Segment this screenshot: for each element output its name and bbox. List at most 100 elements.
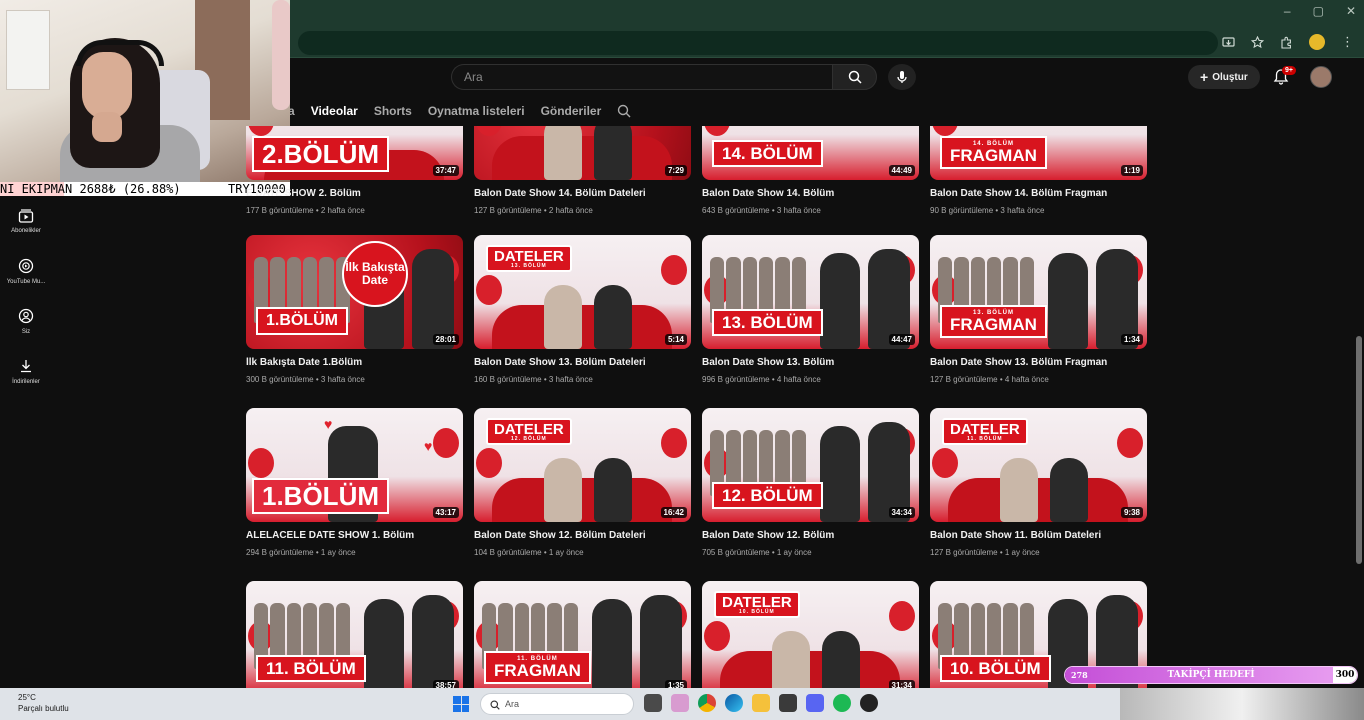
tab-playlists[interactable]: Oynatma listeleri	[428, 104, 525, 118]
video-card[interactable]: 11. BÖLÜM 38:57	[246, 581, 463, 688]
video-title[interactable]: Balon Date Show 13. Bölüm	[702, 357, 919, 368]
bookmark-star-icon[interactable]	[1251, 35, 1264, 49]
thumbnail-title-label: 10. BÖLÜM	[940, 655, 1051, 682]
taskbar-apps	[644, 694, 878, 712]
video-title[interactable]: Balon Date Show 14. Bölüm Dateleri	[474, 188, 691, 199]
chrome-icon[interactable]	[698, 694, 716, 712]
create-label: Oluştur	[1212, 71, 1248, 83]
page-scrollbar[interactable]	[1354, 58, 1364, 688]
video-thumbnail[interactable]: 14. BÖLÜM 44:49	[702, 126, 919, 180]
widgets-icon[interactable]	[671, 694, 689, 712]
weather-widget[interactable]: 25°C Parçalı bulutlu	[18, 692, 69, 714]
address-bar[interactable]	[298, 31, 1218, 55]
plus-icon: +	[1200, 69, 1209, 85]
thumbnail-title-text: 2.BÖLÜM	[262, 139, 379, 169]
video-card[interactable]: 11. BÖLÜM FRAGMAN 1:35	[474, 581, 691, 688]
scrollbar-thumb[interactable]	[1356, 336, 1362, 564]
tab-posts[interactable]: Gönderiler	[541, 104, 602, 118]
video-thumbnail[interactable]: 2.BÖLÜM 37:47	[246, 126, 463, 180]
video-card[interactable]: 7:29 Balon Date Show 14. Bölüm Dateleri 12…	[474, 126, 691, 215]
video-thumbnail[interactable]: 14. BÖLÜM FRAGMAN 1:19	[930, 126, 1147, 180]
video-thumbnail[interactable]: ♥ ♥ 1.BÖLÜM 43:17	[246, 408, 463, 522]
create-button[interactable]: + Oluştur	[1188, 65, 1260, 89]
video-card[interactable]: DATELER 12. BÖLÜM 16:42 Balon Date Show 12.…	[474, 408, 691, 557]
channel-tabs: a Videolar Shorts Oynatma listeleri Gönd…	[288, 96, 631, 126]
thumbnail-title-text: 12. BÖLÜM	[722, 486, 813, 505]
streaming-app-icon[interactable]	[860, 694, 878, 712]
video-title[interactable]: Balon Date Show 14. Bölüm	[702, 188, 919, 199]
video-meta: 294 B görüntüleme • 1 ay önce	[246, 548, 356, 557]
person-figure	[1050, 458, 1088, 522]
video-card[interactable]: DATELER 11. BÖLÜM 9:38 Balon Date Show 11. …	[930, 408, 1147, 557]
video-card[interactable]: ♥ ♥ 1.BÖLÜM 43:17 ALELACELE DATE SHOW 1. Böl…	[246, 408, 463, 557]
thumbnail-title-text: 1.BÖLÜM	[262, 481, 379, 511]
video-meta: 127 B görüntüleme • 4 hafta önce	[930, 375, 1049, 384]
video-thumbnail[interactable]: DATELER 13. BÖLÜM 5:14	[474, 235, 691, 349]
video-thumbnail[interactable]: 7:29	[474, 126, 691, 180]
install-app-icon[interactable]	[1222, 36, 1235, 49]
thumbnail-episode-label: 13. BÖLÜM	[511, 263, 547, 269]
video-card[interactable]: 14. BÖLÜM 44:49 Balon Date Show 14. Bölüm 6…	[702, 126, 919, 215]
video-title[interactable]: Balon Date Show 14. Bölüm Fragman	[930, 188, 1147, 199]
guide-item-you[interactable]: Siz	[0, 296, 52, 346]
video-duration: 1:34	[1120, 334, 1143, 345]
edge-icon[interactable]	[725, 694, 743, 712]
spotify-icon[interactable]	[833, 694, 851, 712]
video-card[interactable]: 12. BÖLÜM 34:34 Balon Date Show 12. Bölüm 7…	[702, 408, 919, 557]
video-title[interactable]: İlk Bakışta Date 1.Bölüm	[246, 357, 463, 368]
video-card[interactable]: 2.BÖLÜM 37:47 E DATE SHOW 2. Bölüm 177 B gö…	[246, 126, 463, 215]
account-avatar[interactable]	[1310, 66, 1332, 88]
video-thumbnail[interactable]: 13. BÖLÜM 44:47	[702, 235, 919, 349]
voice-search-button[interactable]	[888, 64, 916, 90]
video-card[interactable]: DATELER 13. BÖLÜM 5:14 Balon Date Show 13. …	[474, 235, 691, 384]
discord-icon[interactable]	[806, 694, 824, 712]
close-button[interactable]: ✕	[1346, 4, 1356, 18]
video-title[interactable]: Balon Date Show 12. Bölüm	[702, 530, 919, 541]
windows-start-icon[interactable]	[453, 696, 469, 712]
video-thumbnail[interactable]: 12. BÖLÜM 34:34	[702, 408, 919, 522]
guide-item-youtube-music[interactable]: YouTube Mu...	[0, 246, 52, 296]
video-thumbnail[interactable]: DATELER 12. BÖLÜM 16:42	[474, 408, 691, 522]
person-figure	[544, 458, 582, 522]
video-title[interactable]: ALELACELE DATE SHOW 1. Bölüm	[246, 530, 463, 541]
video-title[interactable]: Balon Date Show 13. Bölüm Dateleri	[474, 357, 691, 368]
profile-avatar-icon[interactable]	[1309, 34, 1325, 50]
taskbar-search-input[interactable]: Ara	[480, 693, 634, 715]
browser-actions: ⋮	[1222, 34, 1354, 50]
video-title[interactable]: Balon Date Show 13. Bölüm Fragman	[930, 357, 1147, 368]
search-input[interactable]: Ara	[451, 64, 832, 90]
video-thumbnail[interactable]: 11. BÖLÜM FRAGMAN 1:35	[474, 581, 691, 688]
more-menu-icon[interactable]: ⋮	[1341, 34, 1354, 50]
search-button[interactable]	[832, 64, 877, 90]
video-thumbnail[interactable]: İlk Bakışta Date 1.BÖLÜM 28:01	[246, 235, 463, 349]
video-title[interactable]: E DATE SHOW 2. Bölüm	[246, 188, 463, 199]
video-duration: 34:34	[888, 507, 915, 518]
file-explorer-icon[interactable]	[752, 694, 770, 712]
video-title[interactable]: Balon Date Show 11. Bölüm Dateleri	[930, 530, 1147, 541]
video-card[interactable]: 13. BÖLÜM FRAGMAN 1:34 Balon Date Show 13. …	[930, 235, 1147, 384]
minimize-button[interactable]: –	[1284, 4, 1291, 18]
video-card[interactable]: 13. BÖLÜM 44:47 Balon Date Show 13. Bölüm 9…	[702, 235, 919, 384]
video-title[interactable]: Balon Date Show 12. Bölüm Dateleri	[474, 530, 691, 541]
extensions-icon[interactable]	[1280, 36, 1293, 49]
video-card[interactable]: DATELER 10. BÖLÜM 31:34	[702, 581, 919, 688]
tab-shorts[interactable]: Shorts	[374, 104, 412, 118]
video-thumbnail[interactable]: DATELER 10. BÖLÜM 31:34	[702, 581, 919, 688]
webcam-plush-toy	[272, 0, 290, 110]
youtube-music-icon	[18, 258, 34, 273]
host-figure	[412, 595, 454, 688]
obs-icon[interactable]	[779, 694, 797, 712]
tab-videos[interactable]: Videolar	[311, 104, 358, 118]
maximize-button[interactable]: ▢	[1313, 4, 1324, 18]
video-card[interactable]: İlk Bakışta Date 1.BÖLÜM 28:01 İlk Bakışta …	[246, 235, 463, 384]
channel-search-icon[interactable]	[617, 104, 631, 118]
video-thumbnail[interactable]: DATELER 11. BÖLÜM 9:38	[930, 408, 1147, 522]
video-thumbnail[interactable]: 11. BÖLÜM 38:57	[246, 581, 463, 688]
guide-label: İndirilenler	[12, 378, 40, 385]
video-thumbnail[interactable]: 13. BÖLÜM FRAGMAN 1:34	[930, 235, 1147, 349]
guide-item-downloads[interactable]: İndirilenler	[0, 346, 52, 396]
video-card[interactable]: 14. BÖLÜM FRAGMAN 1:19 Balon Date Show 14. …	[930, 126, 1147, 215]
task-view-icon[interactable]	[644, 694, 662, 712]
guide-item-subscriptions[interactable]: Abonelikler	[0, 196, 52, 246]
red-couch-decoration	[492, 478, 672, 522]
